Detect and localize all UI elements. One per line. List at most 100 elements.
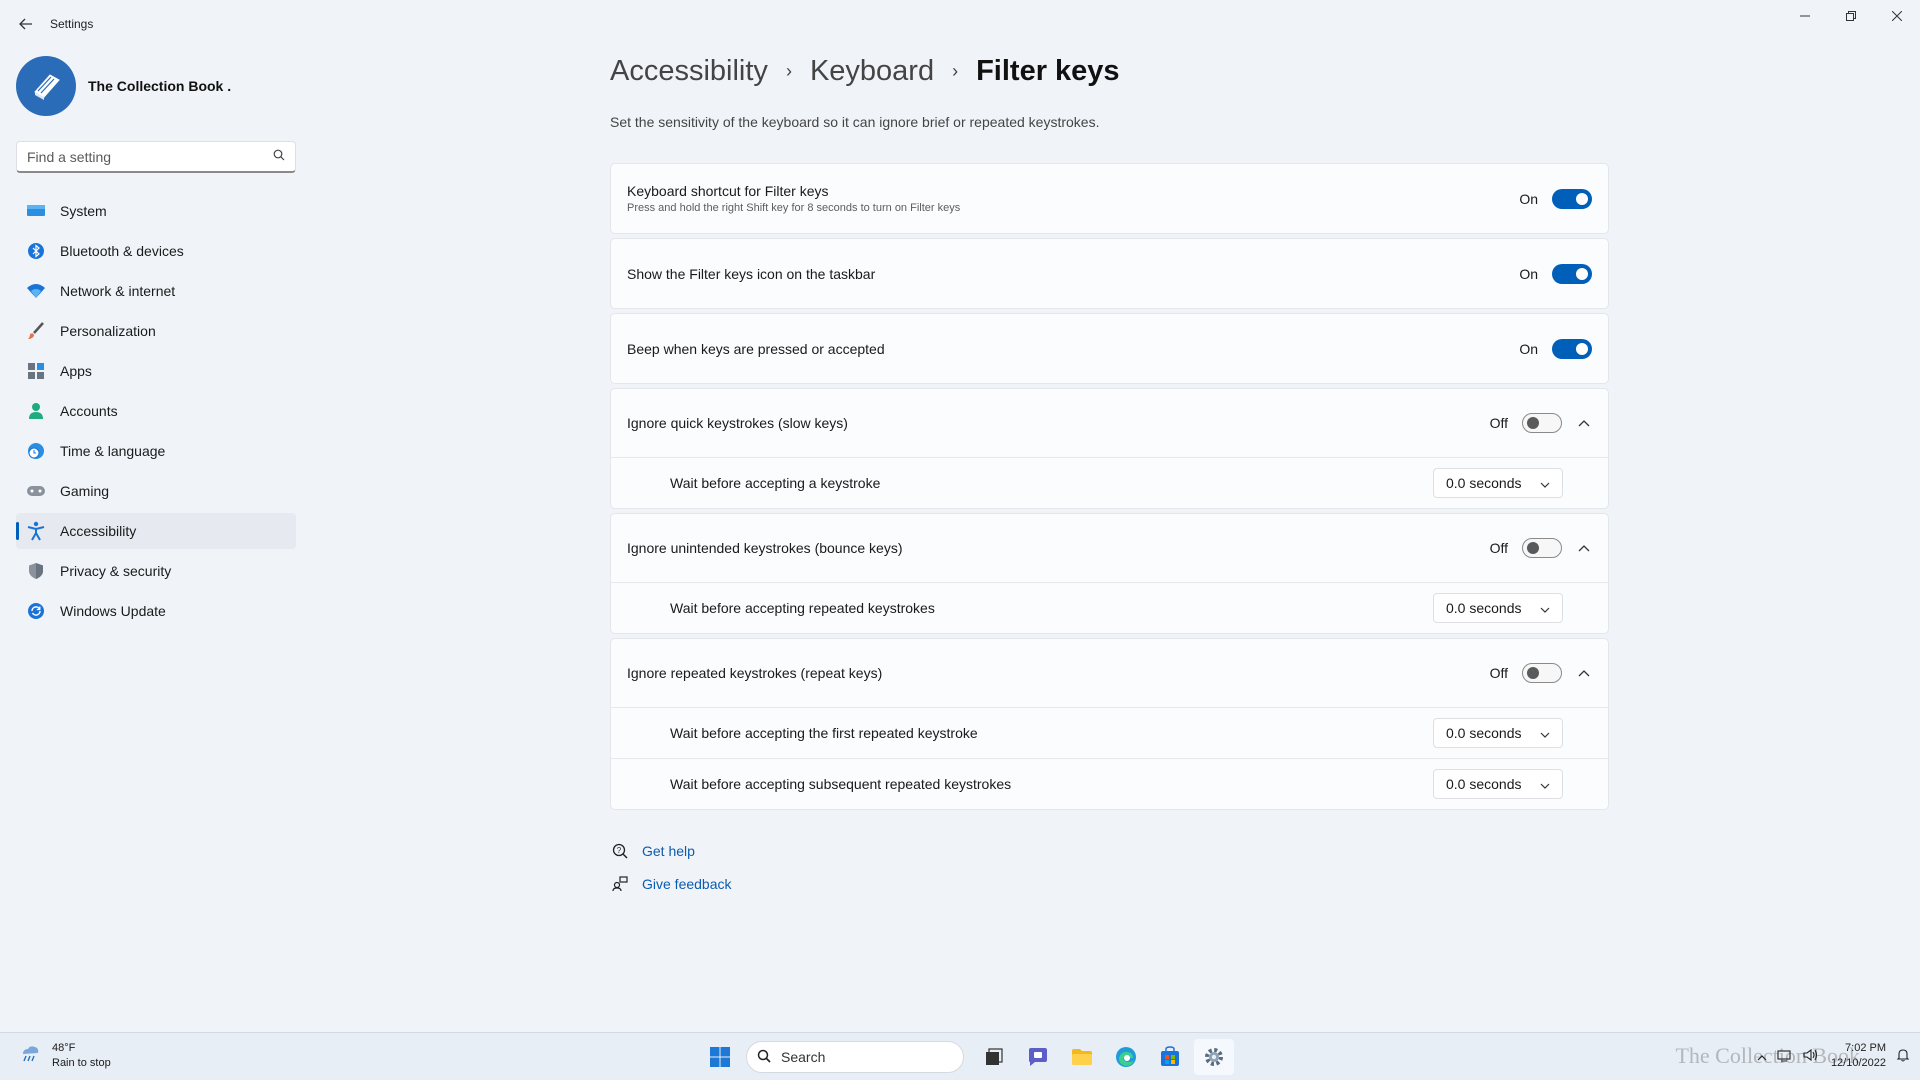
chevron-up-icon[interactable]: [1757, 1049, 1767, 1064]
sidebar-item-privacy[interactable]: Privacy & security: [16, 553, 296, 589]
sidebar-item-apps[interactable]: Apps: [16, 353, 296, 389]
shield-icon: [26, 561, 46, 581]
taskbar-apps: Search: [700, 1039, 1238, 1075]
sidebar-item-system[interactable]: System: [16, 193, 296, 229]
windows-logo-icon: [710, 1047, 730, 1067]
breadcrumb-accessibility[interactable]: Accessibility: [610, 55, 768, 88]
avatar: [16, 56, 76, 116]
notification-bell-icon[interactable]: [1896, 1048, 1910, 1065]
repeat-keys-toggle[interactable]: [1522, 663, 1562, 683]
chevron-up-icon[interactable]: [1576, 544, 1592, 552]
profile-name: The Collection Book .: [88, 78, 232, 94]
search-input[interactable]: [27, 148, 273, 165]
dropdown-value: 0.0 seconds: [1446, 475, 1522, 491]
weather-temp: 48°F: [52, 1042, 76, 1054]
sidebar-item-network[interactable]: Network & internet: [16, 273, 296, 309]
bounce-keys-toggle[interactable]: [1522, 538, 1562, 558]
setting-label: Wait before accepting the first repeated…: [670, 725, 978, 741]
get-help-link[interactable]: ? Get help: [610, 834, 732, 867]
accessibility-icon: [26, 521, 46, 541]
shortcut-toggle[interactable]: [1552, 188, 1592, 209]
task-view-button[interactable]: [974, 1039, 1014, 1075]
sidebar-item-label: Accessibility: [60, 523, 137, 539]
setting-label: Keyboard shortcut for Filter keys: [627, 183, 829, 199]
restore-button[interactable]: [1828, 0, 1874, 32]
search-icon[interactable]: [273, 149, 285, 164]
sidebar-nav: System Bluetooth & devices Network & int…: [16, 193, 296, 633]
page-description: Set the sensitivity of the keyboard so i…: [610, 114, 1100, 130]
task-view-icon: [986, 1048, 1003, 1065]
chat-button[interactable]: [1018, 1039, 1058, 1075]
svg-text:?: ?: [617, 846, 622, 855]
edge-browser-button[interactable]: [1106, 1039, 1146, 1075]
breadcrumb-keyboard[interactable]: Keyboard: [810, 55, 934, 88]
setting-row[interactable]: Ignore repeated keystrokes (repeat keys)…: [611, 639, 1608, 707]
chevron-up-icon[interactable]: [1576, 419, 1592, 427]
toggle-state-text: On: [1519, 190, 1538, 207]
taskbar-search-label: Search: [781, 1049, 826, 1065]
chevron-down-icon: [1540, 475, 1550, 491]
store-icon: [1161, 1046, 1179, 1066]
slow-keys-toggle[interactable]: [1522, 413, 1562, 433]
sidebar-item-accounts[interactable]: Accounts: [16, 393, 296, 429]
setting-row[interactable]: Ignore quick keystrokes (slow keys) Off: [611, 389, 1608, 457]
feedback-icon: [610, 875, 630, 892]
beep-toggle[interactable]: [1552, 338, 1592, 359]
file-explorer-button[interactable]: [1062, 1039, 1102, 1075]
bluetooth-icon: [26, 241, 46, 261]
setting-card-beep: Beep when keys are pressed or accepted O…: [610, 313, 1609, 384]
accounts-icon: [26, 401, 46, 421]
network-icon[interactable]: [1777, 1048, 1793, 1065]
sidebar-item-bluetooth[interactable]: Bluetooth & devices: [16, 233, 296, 269]
minimize-button[interactable]: [1782, 0, 1828, 32]
repeat-keys-first-wait-dropdown[interactable]: 0.0 seconds: [1433, 718, 1563, 748]
sidebar-item-windows-update[interactable]: Windows Update: [16, 593, 296, 629]
sidebar-item-personalization[interactable]: Personalization: [16, 313, 296, 349]
help-links: ? Get help Give feedback: [610, 834, 732, 900]
show-icon-toggle[interactable]: [1552, 263, 1592, 284]
help-icon: ?: [610, 843, 630, 859]
setting-label: Beep when keys are pressed or accepted: [627, 340, 885, 357]
sidebar-item-label: Gaming: [60, 483, 110, 499]
give-feedback-link[interactable]: Give feedback: [610, 867, 732, 900]
chevron-down-icon: [1540, 725, 1550, 741]
volume-icon[interactable]: [1803, 1048, 1819, 1065]
chevron-up-icon[interactable]: [1576, 669, 1592, 677]
sidebar-item-accessibility[interactable]: Accessibility: [16, 513, 296, 549]
settings-search-box[interactable]: [16, 141, 296, 173]
breadcrumb: Accessibility › Keyboard › Filter keys: [610, 55, 1120, 88]
setting-label: Ignore quick keystrokes (slow keys): [627, 415, 848, 431]
gamepad-icon: [26, 481, 46, 501]
user-profile[interactable]: The Collection Book .: [16, 56, 231, 116]
apps-icon: [26, 361, 46, 381]
weather-widget[interactable]: 48°F Rain to stop: [18, 1041, 111, 1071]
breadcrumb-separator: ›: [952, 61, 959, 81]
setting-card-repeat-keys: Ignore repeated keystrokes (repeat keys)…: [610, 638, 1609, 810]
back-arrow-icon[interactable]: [14, 12, 38, 36]
setting-label: Wait before accepting subsequent repeate…: [670, 776, 1012, 792]
start-button[interactable]: [700, 1039, 740, 1075]
sidebar-item-label: Windows Update: [60, 603, 166, 619]
taskbar-search[interactable]: Search: [746, 1041, 964, 1073]
settings-app-button[interactable]: [1194, 1039, 1234, 1075]
bounce-keys-wait-dropdown[interactable]: 0.0 seconds: [1433, 593, 1563, 623]
close-button[interactable]: [1874, 0, 1920, 32]
clock-time: 7:02 PM: [1845, 1042, 1886, 1054]
slow-keys-wait-dropdown[interactable]: 0.0 seconds: [1433, 468, 1563, 498]
sidebar-item-time-language[interactable]: Time & language: [16, 433, 296, 469]
setting-row: Show the Filter keys icon on the taskbar…: [611, 239, 1608, 308]
folder-icon: [1072, 1049, 1092, 1065]
toggle-state-text: Off: [1489, 665, 1508, 681]
sidebar-item-label: Privacy & security: [60, 563, 172, 579]
window-controls: [1782, 0, 1920, 32]
edge-icon: [1116, 1047, 1136, 1067]
sidebar-item-label: Accounts: [60, 403, 118, 419]
clock[interactable]: 7:02 PM 12/10/2022: [1831, 1041, 1886, 1071]
wifi-icon: [26, 281, 46, 301]
store-button[interactable]: [1150, 1039, 1190, 1075]
setting-row[interactable]: Ignore unintended keystrokes (bounce key…: [611, 514, 1608, 582]
sidebar-item-label: Bluetooth & devices: [60, 243, 184, 259]
sidebar-item-gaming[interactable]: Gaming: [16, 473, 296, 509]
repeat-keys-subsequent-wait-dropdown[interactable]: 0.0 seconds: [1433, 769, 1563, 799]
clock-date: 12/10/2022: [1830, 1057, 1886, 1069]
